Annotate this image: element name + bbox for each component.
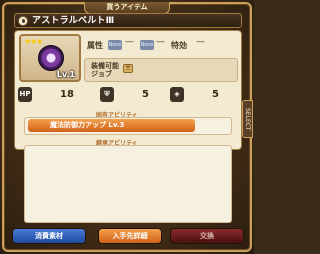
select-side-tab[interactable]: SELECT [242, 100, 253, 138]
item-type-icon [18, 16, 28, 26]
attribute-none-badge: None [108, 40, 122, 50]
special-effect-dash: — [196, 37, 205, 47]
item-name-bar: アストラルベルトⅢ [14, 13, 242, 28]
inherit-ability-box [24, 145, 232, 223]
attribute-label: 属性 [87, 41, 103, 50]
job-all-badge: 全 [123, 64, 133, 73]
item-detail-screen: 買うアイテム アストラルベルトⅢ ★ ★ ★ Lv.1 属性 None — No… [0, 0, 254, 254]
attribute-row: 属性 None — None — 特効 — [84, 36, 238, 54]
source-details-button[interactable]: 入手先詳細 [98, 228, 162, 244]
equippable-job-label: 装備可能 ジョブ [91, 62, 119, 78]
innate-ability-item[interactable]: 魔法防御力アップ Lv.3 [28, 119, 195, 132]
belt-icon [38, 45, 64, 71]
attribute-dash: — [156, 37, 165, 47]
hp-label: HP [18, 87, 32, 102]
resistance-value: 5 [212, 89, 219, 100]
equippable-job-box: 装備可能 ジョブ 全 [84, 58, 238, 82]
special-effect-label: 特効 [171, 41, 187, 50]
attribute-none-badge: None [140, 40, 154, 50]
materials-button[interactable]: 消費素材 [12, 228, 86, 244]
defense-value: 5 [142, 89, 149, 100]
exchange-button[interactable]: 交換 [170, 228, 244, 244]
rarity-star-icon: ★ [36, 37, 44, 46]
shield-icon: ⛨ [100, 87, 114, 102]
hp-value: 18 [60, 89, 74, 100]
item-level: Lv.1 [56, 70, 75, 79]
attribute-dash: — [125, 37, 134, 47]
item-name: アストラルベルトⅢ [32, 16, 115, 26]
stats-row: HP 18 ⛨ 5 ◈ 5 [14, 86, 242, 104]
resistance-icon: ◈ [170, 87, 184, 102]
item-icon-box[interactable]: ★ ★ ★ Lv.1 [19, 34, 81, 82]
